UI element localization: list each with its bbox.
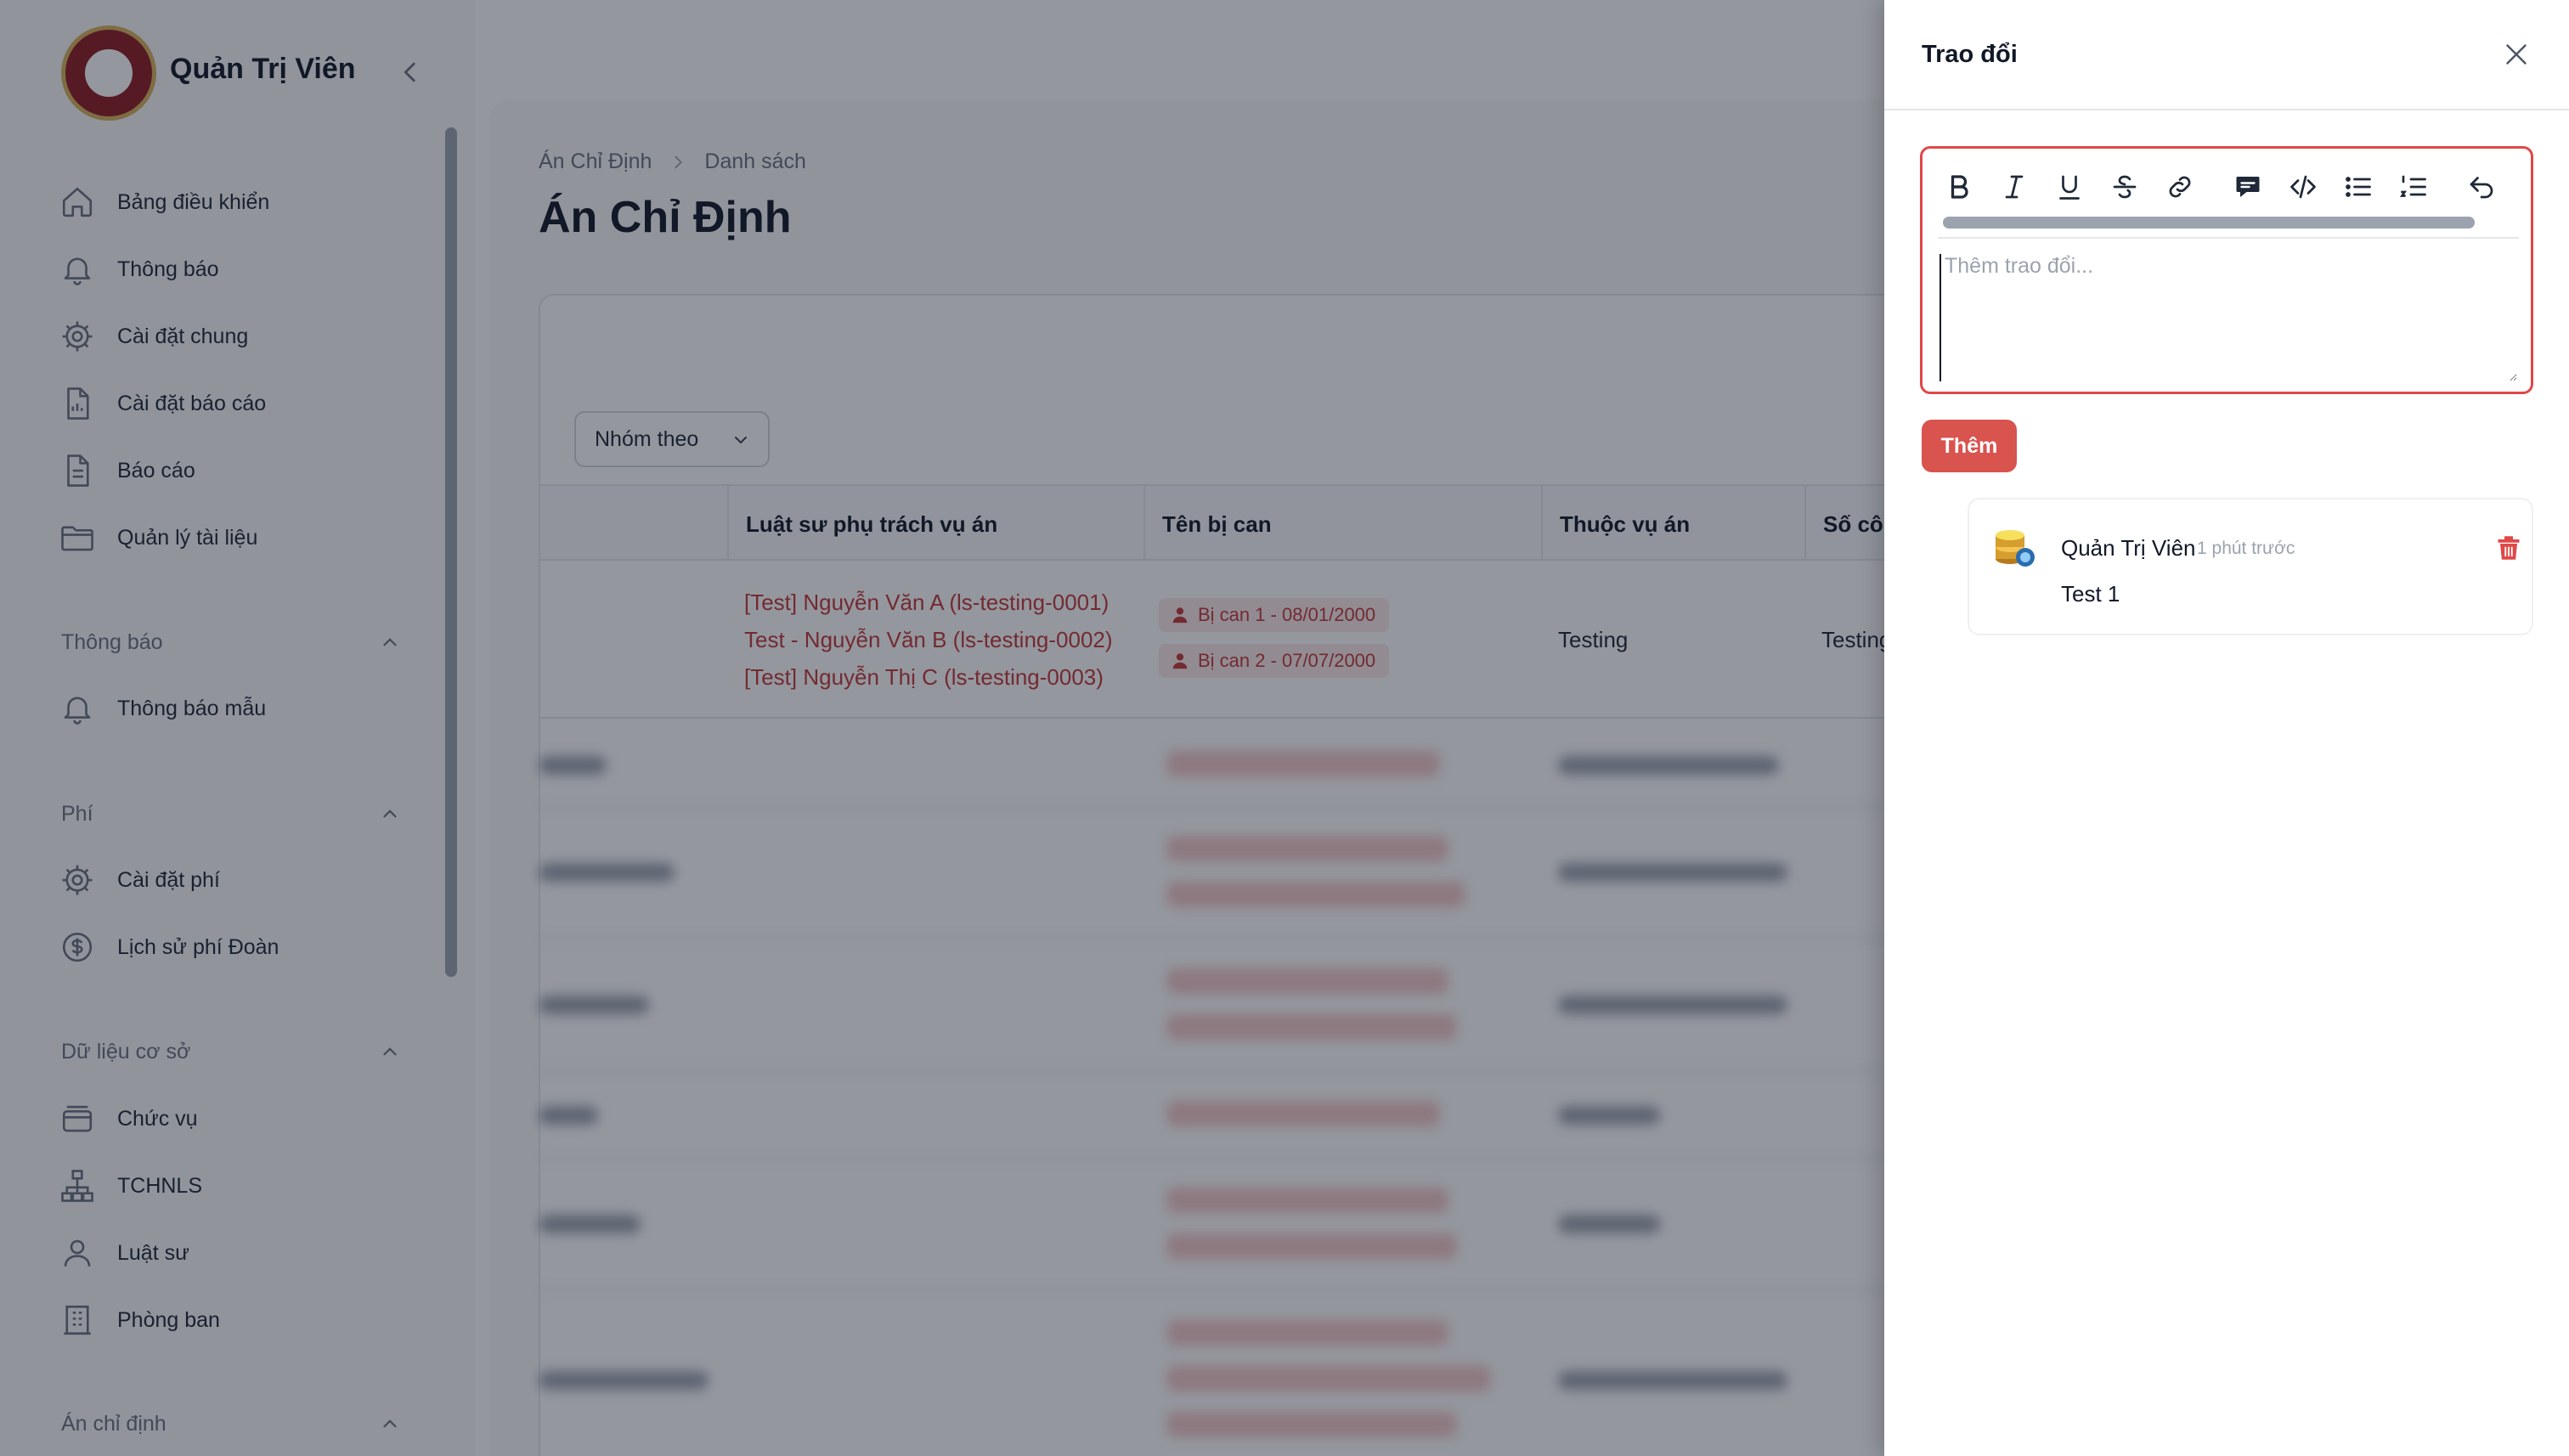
comment-item: Quản Trị Viên 1 phút trước Test 1 [1968,498,2533,635]
ordered-list-icon[interactable] [2394,167,2433,206]
drawer-divider [1884,109,2569,110]
underline-icon[interactable] [2050,167,2089,206]
toolbar-divider [1938,237,2519,239]
comment-icon[interactable] [2228,167,2267,206]
avatar [1990,522,2039,571]
strikethrough-icon[interactable] [2105,167,2144,206]
modal-backdrop[interactable] [0,0,1884,1456]
add-comment-button[interactable]: Thêm [1922,420,2017,472]
italic-icon[interactable] [1995,167,2034,206]
comment-input[interactable] [1939,254,2517,381]
bold-icon[interactable] [1939,167,1979,206]
close-icon[interactable] [2501,39,2532,70]
link-icon[interactable] [2160,167,2199,206]
comment-text: Test 1 [2061,581,2120,607]
undo-icon[interactable] [2462,167,2501,206]
drawer-title: Trao đổi [1922,41,2018,68]
discussion-drawer: Trao đổi Thêm trao đổi... Thêm Quản Trị … [1884,0,2569,1456]
bullet-list-icon[interactable] [2339,167,2378,206]
trash-icon[interactable] [2496,533,2521,562]
comment-timestamp: 1 phút trước [2197,539,2295,558]
comment-author: Quản Trị Viên [2061,535,2196,561]
code-icon[interactable] [2284,167,2323,206]
comment-editor [1920,146,2533,394]
toolbar-scrollbar[interactable] [1943,217,2475,229]
